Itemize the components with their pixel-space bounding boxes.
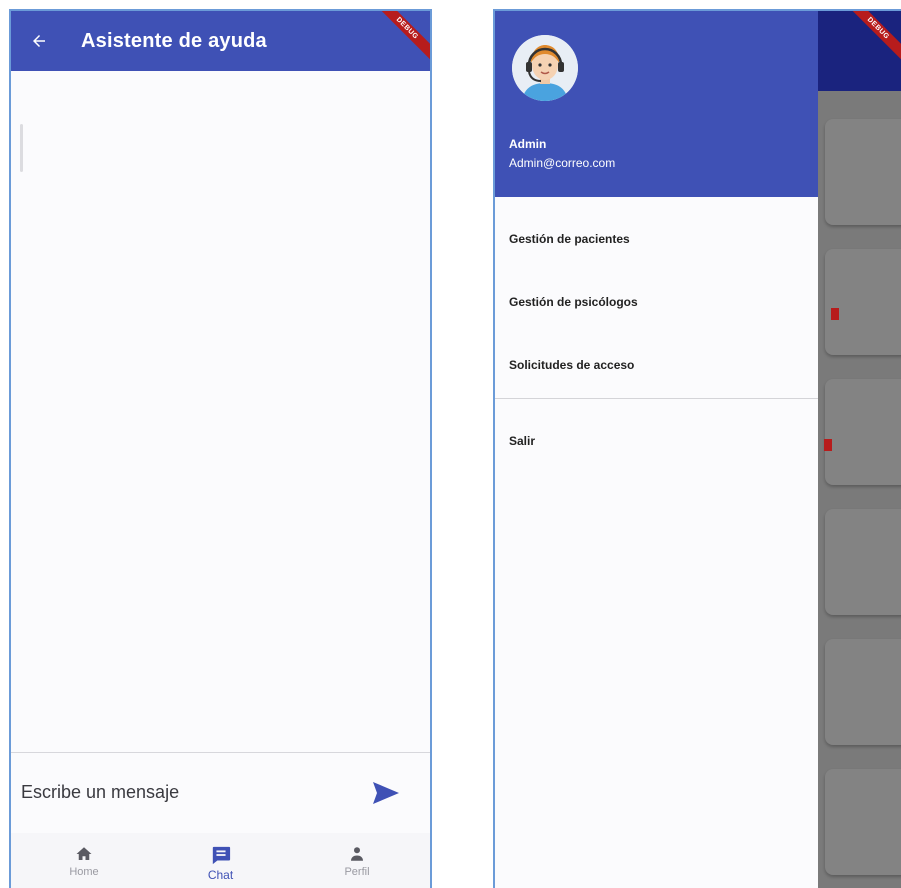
background-delete-icon: [824, 439, 832, 451]
home-icon: [76, 847, 92, 860]
person-icon: [351, 847, 363, 861]
background-card: [825, 639, 901, 745]
nav-label-home: Home: [69, 866, 99, 878]
menu-item-patients[interactable]: Gestión de pacientes: [495, 207, 818, 270]
back-button[interactable]: [11, 11, 67, 71]
nav-item-chat[interactable]: Chat: [176, 833, 266, 888]
menu-item-exit[interactable]: Salir: [495, 405, 818, 477]
scroll-indicator[interactable]: [20, 124, 23, 172]
avatar: [512, 35, 578, 101]
nav-label-chat: Chat: [207, 868, 234, 882]
nav-item-profile[interactable]: Perfil: [312, 833, 402, 888]
message-composer: [11, 752, 430, 833]
chat-screen: Asistente de ayuda DEBUG Home Chat: [9, 9, 432, 888]
menu-item-psychologists[interactable]: Gestión de psicólogos: [495, 270, 818, 333]
bottom-navigation: Home Chat Perfil: [11, 833, 430, 888]
menu-item-label: Solicitudes de acceso: [509, 357, 635, 372]
support-agent-avatar-icon: [512, 35, 578, 101]
drawer-header: Admin Admin@correo.com: [495, 11, 818, 197]
background-card: [825, 509, 901, 615]
send-button[interactable]: [360, 767, 412, 819]
arrow-back-icon: [33, 35, 45, 47]
message-input[interactable]: [11, 781, 360, 803]
background-card: [825, 119, 901, 225]
nav-item-home[interactable]: Home: [39, 833, 129, 888]
app-bar: Asistente de ayuda: [11, 11, 430, 71]
drawer-screen: DEBUG Admin Admin@correo.com Gestión de …: [493, 9, 901, 888]
message-list[interactable]: [11, 71, 430, 753]
background-card: [825, 769, 901, 875]
menu-item-label: Salir: [509, 434, 536, 448]
navigation-drawer: Admin Admin@correo.com Gestión de pacien…: [495, 11, 818, 888]
user-email: Admin@correo.com: [509, 156, 616, 170]
menu-divider: [495, 398, 818, 399]
menu-item-label: Gestión de pacientes: [509, 231, 630, 246]
page-title: Asistente de ayuda: [81, 29, 267, 52]
menu-spacer: [495, 197, 818, 207]
chat-icon: [212, 846, 230, 865]
nav-label-profile: Perfil: [344, 866, 370, 878]
menu-item-label: Gestión de psicólogos: [509, 294, 638, 309]
menu-item-access-requests[interactable]: Solicitudes de acceso: [495, 333, 818, 396]
background-card: [825, 249, 901, 355]
background-delete-icon: [831, 308, 839, 320]
background-card: [825, 379, 901, 485]
send-icon: [373, 782, 399, 804]
user-name: Admin: [509, 137, 547, 151]
